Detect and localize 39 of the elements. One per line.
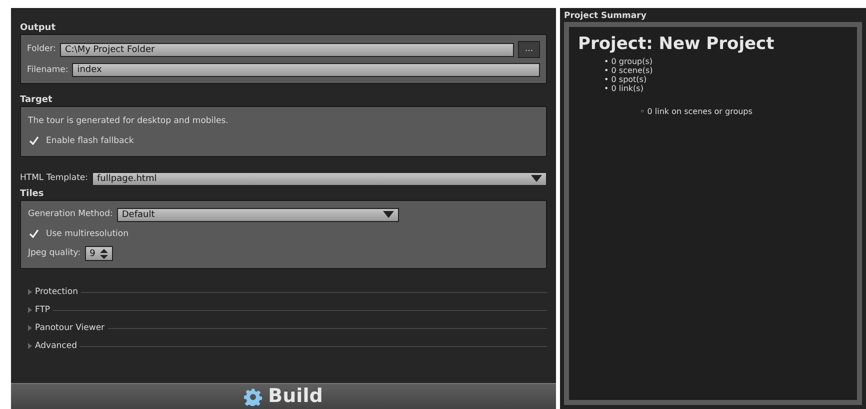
filename-label: Filename: xyxy=(27,64,68,76)
section-title: Tiles xyxy=(20,188,45,200)
generation-method-label: Generation Method: xyxy=(28,208,113,221)
expander-icon xyxy=(28,307,32,314)
folder-label: Folder: xyxy=(27,43,56,56)
folder-field[interactable]: C:\My Project Folder xyxy=(60,42,514,56)
summary-title: Project Summary xyxy=(564,10,648,22)
jpeg-quality-label: Jpeg quality: xyxy=(28,247,81,260)
checkbox-label: Enable flash fallback xyxy=(46,134,134,148)
project-heading: Project: New Project xyxy=(578,33,776,55)
collapsible-section[interactable]: FTP xyxy=(28,304,547,316)
spinner-arrows-icon xyxy=(100,248,108,259)
html-template-label: HTML Template: xyxy=(20,172,88,185)
summary-item: ◦ 0 link on scenes or groups xyxy=(639,107,754,116)
build-button[interactable]: Build xyxy=(11,383,556,409)
target-description: The tour is generated for desktop and mobiles. xyxy=(28,115,230,128)
jpeg-quality-spinner[interactable]: 9 xyxy=(84,246,113,262)
html-template-dropdown[interactable]: fullpage.html xyxy=(92,172,547,186)
summary-item: • 0 scene(s) xyxy=(604,66,654,75)
expander-icon xyxy=(28,325,32,332)
generation-method-dropdown[interactable]: Default xyxy=(116,208,399,222)
caret-icon xyxy=(382,211,394,218)
gear-icon xyxy=(244,388,262,406)
caret-icon xyxy=(531,175,542,182)
checkbox[interactable] xyxy=(28,135,40,148)
collapsible-section[interactable]: Protection xyxy=(28,286,547,298)
expander-icon xyxy=(28,289,32,296)
summary-item: • 0 group(s) xyxy=(604,57,654,66)
browse-button[interactable]: ... xyxy=(518,41,540,58)
summary-item: • 0 spot(s) xyxy=(604,75,648,84)
filename-field[interactable]: index xyxy=(72,63,540,77)
collapsible-section[interactable]: Panotour Viewer xyxy=(28,322,547,334)
checkbox-label: Use multiresolution xyxy=(46,228,129,240)
summary-item: • 0 link(s) xyxy=(604,84,644,93)
section-title: Output xyxy=(20,22,57,34)
checkbox[interactable] xyxy=(28,228,40,240)
collapsible-section[interactable]: Advanced xyxy=(28,340,547,352)
expander-icon xyxy=(28,343,32,350)
section-title: Target xyxy=(20,94,54,106)
